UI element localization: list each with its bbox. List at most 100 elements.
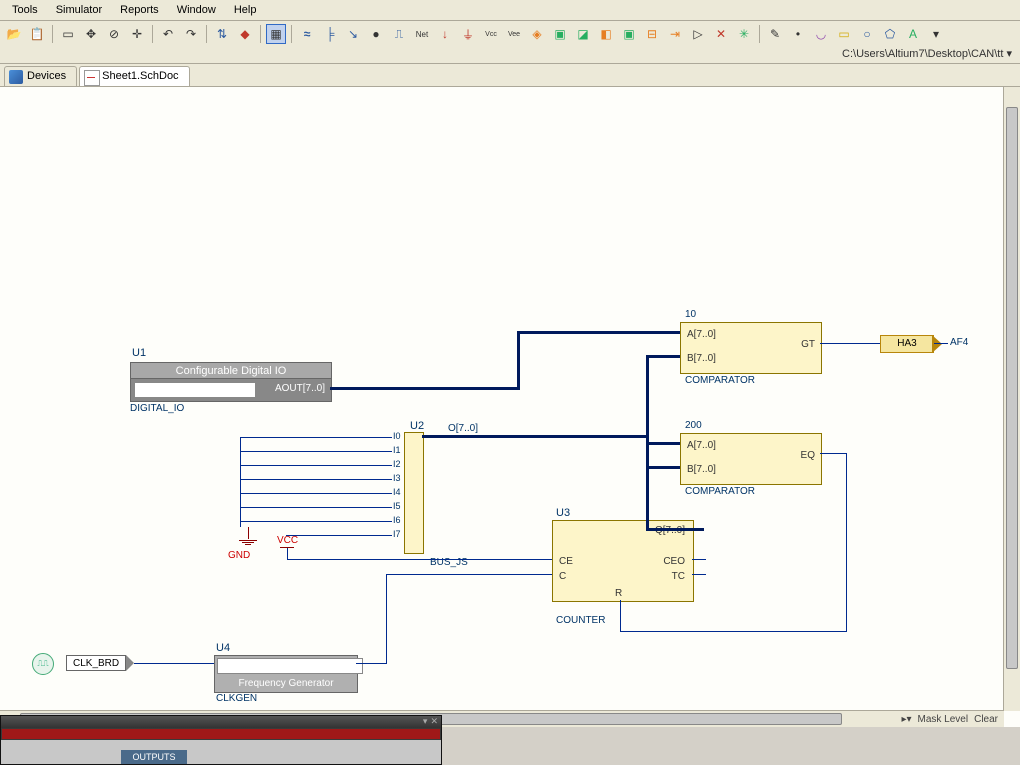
separator xyxy=(206,25,207,43)
tb-select-icon[interactable]: ▭ xyxy=(58,24,78,44)
u3-type-label: COUNTER xyxy=(556,615,605,626)
menu-tools[interactable]: Tools xyxy=(4,2,46,18)
file-path[interactable]: C:\Users\Altium7\Desktop\CAN\tt ▾ xyxy=(838,47,1016,60)
tb-net-icon[interactable]: Net xyxy=(412,24,432,44)
tb-move-icon[interactable]: ✥ xyxy=(81,24,101,44)
vertical-scrollbar[interactable] xyxy=(1003,87,1020,711)
u1-designator[interactable]: U1 xyxy=(132,347,146,359)
tb-open-icon[interactable]: 📂 xyxy=(4,24,24,44)
menu-window[interactable]: Window xyxy=(169,2,224,18)
tb-vcc-icon[interactable]: Vcc xyxy=(481,24,501,44)
tab-devices[interactable]: Devices xyxy=(4,66,77,86)
tb-redo-icon[interactable]: ↷ xyxy=(181,24,201,44)
tb-sheet1-icon[interactable]: ▣ xyxy=(550,24,570,44)
u2-designator[interactable]: U2 xyxy=(410,420,424,432)
port-clk-brd[interactable]: CLK_BRD xyxy=(66,655,134,671)
tab-sheet1[interactable]: Sheet1.SchDoc xyxy=(79,66,189,86)
status-icons[interactable]: ▸▾ xyxy=(901,714,911,725)
tb-port4-icon[interactable]: ⇥ xyxy=(665,24,685,44)
gnd-symbol[interactable] xyxy=(239,527,257,546)
comp1-const[interactable]: 10 xyxy=(685,309,696,320)
tb-mark-icon[interactable]: ◆ xyxy=(235,24,255,44)
net-af4[interactable]: AF4 xyxy=(950,337,968,348)
u4-title: Frequency Generator xyxy=(215,678,357,689)
tb-dot-icon[interactable]: • xyxy=(788,24,808,44)
panel-close-icon[interactable]: ✕ xyxy=(430,716,438,728)
port-clk-label: CLK_BRD xyxy=(66,655,126,671)
bus-aout xyxy=(330,387,520,390)
v-scroll-thumb[interactable] xyxy=(1006,107,1018,669)
wire-gnd-h0 xyxy=(240,437,392,438)
tb-busentry-icon[interactable]: ↘ xyxy=(343,24,363,44)
u1-param-field[interactable] xyxy=(134,382,256,398)
harness-ha3[interactable]: HA3 xyxy=(880,335,934,353)
u3-body[interactable]: Q[7..0] CE C CEO TC R xyxy=(552,520,694,602)
tb-circle-icon[interactable]: ○ xyxy=(857,24,877,44)
u3-ceo-label: CEO xyxy=(663,556,685,567)
outputs-error-bar xyxy=(2,729,440,739)
tb-part-icon[interactable]: ▷ xyxy=(688,24,708,44)
u2-pin-i4: I4 xyxy=(393,487,401,497)
panel-dropdown-icon[interactable]: ▾ xyxy=(423,716,428,728)
bus-aout-to-comp1 xyxy=(517,331,680,334)
schematic-workspace[interactable]: U1 Configurable Digital IO AOUT[7..0] DI… xyxy=(0,87,1020,727)
comp2-a-label: A[7..0] xyxy=(687,440,716,451)
comp1-body[interactable]: A[7..0] B[7..0] GT xyxy=(680,322,822,374)
tb-more-icon[interactable]: ▾ xyxy=(926,24,946,44)
menu-help[interactable]: Help xyxy=(226,2,265,18)
tb-power-icon[interactable]: ↓ xyxy=(435,24,455,44)
wire-r-up xyxy=(620,600,621,632)
outputs-panel[interactable]: ▾ ✕ OUTPUTS xyxy=(0,715,442,765)
tb-netlabel-icon[interactable]: ⎍ xyxy=(389,24,409,44)
bus-u2-out xyxy=(422,435,648,438)
clear-button[interactable]: Clear xyxy=(974,714,998,725)
u4-body[interactable]: TIMEBASE FREQ Frequency Generator xyxy=(214,655,358,693)
wire-eq-to-r xyxy=(620,631,847,632)
tb-gnd-icon[interactable]: ⏚ xyxy=(458,24,478,44)
tb-wire-icon[interactable]: ≈ xyxy=(297,24,317,44)
mask-level-button[interactable]: Mask Level xyxy=(918,714,969,725)
tab-sheet-label: Sheet1.SchDoc xyxy=(102,70,178,82)
u3-c-label: C xyxy=(559,571,566,582)
tb-undo-icon[interactable]: ↶ xyxy=(158,24,178,44)
tb-text-icon[interactable]: A xyxy=(903,24,923,44)
u4-designator[interactable]: U4 xyxy=(216,642,230,654)
tb-port2-icon[interactable]: ▣ xyxy=(619,24,639,44)
u1-type-label: DIGITAL_IO xyxy=(130,403,184,414)
tb-bus-icon[interactable]: ╞ xyxy=(320,24,340,44)
u2-body[interactable] xyxy=(404,432,424,554)
tb-compile-icon[interactable]: ✳ xyxy=(734,24,754,44)
tb-junction-icon[interactable]: ● xyxy=(366,24,386,44)
u3-designator[interactable]: U3 xyxy=(556,507,570,519)
toolbar-main: 📂 📋 ▭ ✥ ⊘ ✛ ↶ ↷ ⇅ ◆ ▦ ≈ ╞ ↘ ● ⎍ Net ↓ ⏚ … xyxy=(0,21,1020,64)
tb-updown-icon[interactable]: ⇅ xyxy=(212,24,232,44)
tb-crosshair-icon[interactable]: ✛ xyxy=(127,24,147,44)
tb-rect-icon[interactable]: ▭ xyxy=(834,24,854,44)
tb-sheet2-icon[interactable]: ◪ xyxy=(573,24,593,44)
u1-body[interactable]: AOUT[7..0] xyxy=(130,378,332,402)
wire-clk-to-u4 xyxy=(134,663,214,664)
comp2-body[interactable]: A[7..0] B[7..0] EQ xyxy=(680,433,822,485)
tb-port1-icon[interactable]: ◈ xyxy=(527,24,547,44)
tb-copy-icon[interactable]: 📋 xyxy=(27,24,47,44)
tb-noerrc-icon[interactable]: ✕ xyxy=(711,24,731,44)
tb-pencil-icon[interactable]: ✎ xyxy=(765,24,785,44)
tb-harness-icon[interactable]: ◧ xyxy=(596,24,616,44)
wire-gnd-h4 xyxy=(240,493,392,494)
clock-source-icon[interactable]: ⎍⎍ xyxy=(32,653,54,675)
tb-vee-icon[interactable]: Vee xyxy=(504,24,524,44)
wire-tc-stub xyxy=(692,574,706,575)
u2-out-label: O[7..0] xyxy=(448,423,478,434)
tb-port3-icon[interactable]: ⊟ xyxy=(642,24,662,44)
outputs-tab[interactable]: OUTPUTS xyxy=(121,750,187,764)
tb-poly-icon[interactable]: ⬠ xyxy=(880,24,900,44)
wire-ha3-to-af4 xyxy=(934,343,948,344)
wire-vcc-h7 xyxy=(286,535,392,536)
menu-reports[interactable]: Reports xyxy=(112,2,167,18)
comp2-const[interactable]: 200 xyxy=(685,420,702,431)
menu-simulator[interactable]: Simulator xyxy=(48,2,110,18)
wire-u4-freq-out xyxy=(356,663,386,664)
tb-deselect-icon[interactable]: ⊘ xyxy=(104,24,124,44)
tb-arc-icon[interactable]: ◡ xyxy=(811,24,831,44)
tb-sheet-icon[interactable]: ▦ xyxy=(266,24,286,44)
